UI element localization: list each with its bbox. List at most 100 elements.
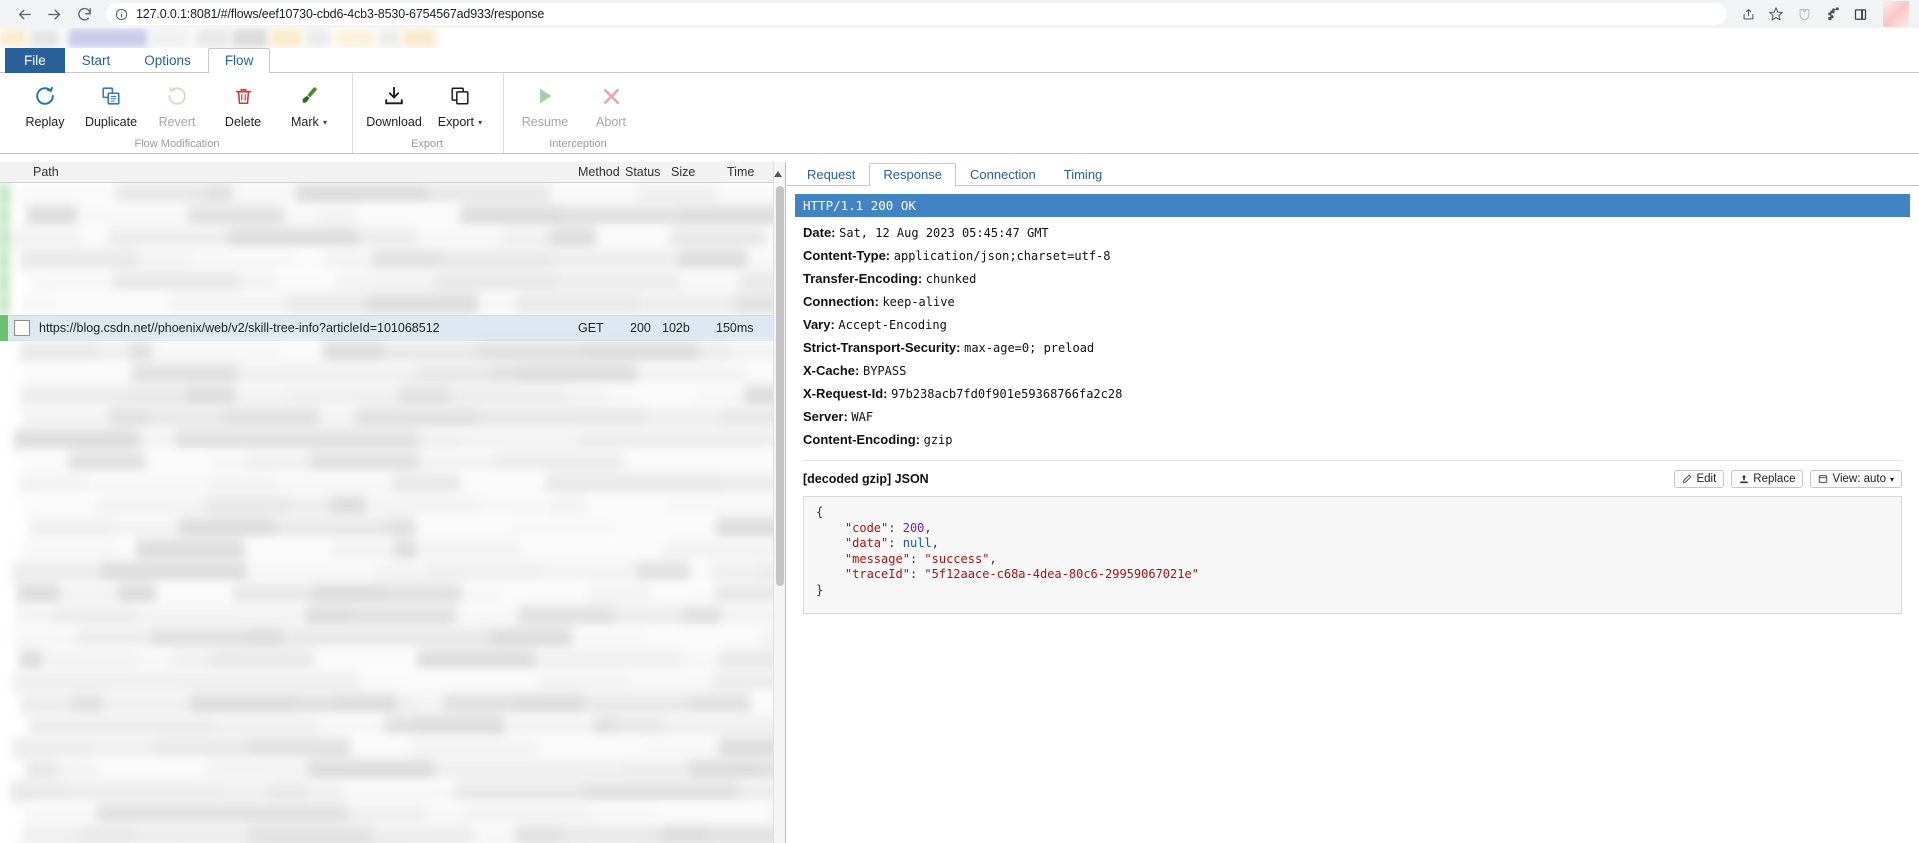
blurred-table-row[interactable] — [0, 649, 785, 671]
flow-list-scroll-thumb[interactable] — [776, 186, 784, 586]
menu-tab-flow[interactable]: Flow — [207, 48, 271, 73]
duplicate-button[interactable]: Duplicate — [78, 79, 144, 129]
chevron-down-icon[interactable]: ▾ — [321, 118, 327, 127]
blurred-cell — [550, 227, 596, 249]
blurred-table-row[interactable] — [0, 715, 785, 737]
response-body-box[interactable]: { "code": 200, "data": null, "message": … — [803, 496, 1902, 614]
blurred-cell — [12, 227, 81, 249]
blurred-table-row[interactable] — [0, 737, 785, 759]
blurred-table-row[interactable] — [0, 271, 785, 293]
blurred-table-row[interactable] — [0, 205, 785, 227]
blurred-table-row[interactable] — [0, 495, 785, 517]
blurred-table-row[interactable] — [0, 583, 785, 605]
response-header-row[interactable]: X-Cache: BYPASS — [795, 359, 1910, 382]
response-header-row[interactable]: Transfer-Encoding: chunked — [795, 267, 1910, 290]
column-header-status[interactable]: Status — [625, 165, 660, 179]
shield-icon[interactable] — [1791, 1, 1817, 27]
blurred-cell — [18, 473, 85, 495]
response-header-row[interactable]: Server: WAF — [795, 405, 1910, 428]
blurred-table-row[interactable] — [0, 363, 785, 385]
side-panel-icon[interactable] — [1847, 1, 1873, 27]
blurred-table-row[interactable] — [0, 429, 785, 451]
replay-button[interactable]: Replay — [12, 79, 78, 129]
blurred-table-row[interactable] — [0, 561, 785, 583]
tab-connection[interactable]: Connection — [956, 163, 1050, 186]
tab-response[interactable]: Response — [869, 163, 956, 186]
back-arrow-icon[interactable] — [10, 0, 38, 28]
address-bar[interactable]: 127.0.0.1:8081/#/flows/eef10730-cbd6-4cb… — [106, 3, 1727, 25]
mark-button[interactable]: Mark ▾ — [276, 79, 342, 129]
site-info-icon[interactable] — [115, 8, 128, 21]
edit-button[interactable]: Edit — [1674, 470, 1725, 488]
response-header-row[interactable]: X-Request-Id: 97b238acb7fd0f901e59368766… — [795, 382, 1910, 405]
response-header-row[interactable]: Strict-Transport-Security: max-age=0; pr… — [795, 336, 1910, 359]
response-header-row[interactable]: Vary: Accept-Encoding — [795, 313, 1910, 336]
forward-arrow-icon[interactable] — [40, 0, 68, 28]
blurred-table-row[interactable] — [0, 183, 785, 205]
table-row[interactable]: https://blog.csdn.net//phoenix/web/v2/sk… — [0, 315, 785, 341]
chevron-down-icon[interactable]: ▾ — [1890, 475, 1894, 484]
replace-button[interactable]: Replace — [1731, 470, 1804, 488]
blurred-table-row[interactable] — [0, 825, 785, 843]
column-header-size[interactable]: Size — [671, 165, 695, 179]
star-icon[interactable] — [1763, 1, 1789, 27]
flow-list-scrollbar[interactable] — [773, 162, 785, 843]
flow-time: 150ms — [716, 321, 754, 335]
column-header-time[interactable]: Time — [727, 165, 754, 179]
ascending-sort-icon[interactable] — [773, 166, 783, 177]
row-checkbox[interactable] — [14, 320, 30, 336]
menu-tab-options[interactable]: Options — [127, 48, 208, 73]
blurred-cell — [658, 803, 745, 825]
column-header-method[interactable]: Method — [578, 165, 620, 179]
blurred-cell — [556, 271, 679, 293]
blurred-cell — [233, 183, 296, 205]
response-header-row[interactable]: Connection: keep-alive — [795, 290, 1910, 313]
response-header-row[interactable]: Content-Type: application/json;charset=u… — [795, 244, 1910, 267]
blurred-cell — [412, 715, 504, 737]
response-header-row[interactable]: Content-Encoding: gzip — [795, 428, 1910, 451]
blurred-table-row[interactable] — [0, 759, 785, 781]
blurred-table-row[interactable] — [0, 407, 785, 429]
blurred-table-row[interactable] — [0, 385, 785, 407]
blurred-table-row[interactable] — [0, 693, 785, 715]
blurred-table-row[interactable] — [0, 451, 785, 473]
blurred-cell — [156, 583, 233, 605]
menu-tab-start[interactable]: Start — [65, 48, 128, 73]
tab-timing[interactable]: Timing — [1050, 163, 1117, 186]
flow-marker — [0, 205, 8, 227]
blurred-cell — [331, 495, 366, 517]
blurred-cell — [238, 363, 325, 385]
blurred-table-row[interactable] — [0, 605, 785, 627]
share-icon[interactable] — [1735, 1, 1761, 27]
column-header-path[interactable]: Path — [0, 165, 59, 179]
x-mark-icon — [601, 83, 622, 109]
menu-tab-file[interactable]: File — [5, 48, 65, 73]
puzzle-piece-icon[interactable] — [1819, 1, 1845, 27]
blurred-table-row[interactable] — [0, 293, 785, 315]
blurred-table-row[interactable] — [0, 517, 785, 539]
blurred-table-row[interactable] — [0, 341, 785, 363]
download-button[interactable]: Download — [361, 79, 427, 129]
export-button[interactable]: Export ▾ — [427, 79, 493, 129]
flow-table-header: Path Method Status Size Time — [0, 162, 785, 183]
blurred-cell — [441, 249, 555, 271]
view-auto-button[interactable]: View: auto ▾ — [1810, 470, 1902, 488]
blurred-table-row[interactable] — [0, 803, 785, 825]
response-header-row[interactable]: Date: Sat, 12 Aug 2023 05:45:47 GMT — [795, 221, 1910, 244]
delete-button[interactable]: Delete — [210, 79, 276, 129]
chevron-down-icon[interactable]: ▾ — [476, 118, 482, 127]
blurred-table-row[interactable] — [0, 539, 785, 561]
blurred-table-row[interactable] — [0, 227, 785, 249]
blurred-cell — [14, 429, 140, 451]
blurred-cell — [145, 561, 247, 583]
profile-avatar[interactable] — [1883, 1, 1909, 27]
blurred-cell — [428, 183, 551, 205]
blurred-table-row[interactable] — [0, 781, 785, 803]
blurred-table-row[interactable] — [0, 671, 785, 693]
tab-request[interactable]: Request — [793, 163, 869, 186]
blurred-cell — [58, 759, 98, 781]
blurred-table-row[interactable] — [0, 627, 785, 649]
reload-icon[interactable] — [70, 0, 98, 28]
blurred-table-row[interactable] — [0, 249, 785, 271]
blurred-table-row[interactable] — [0, 473, 785, 495]
